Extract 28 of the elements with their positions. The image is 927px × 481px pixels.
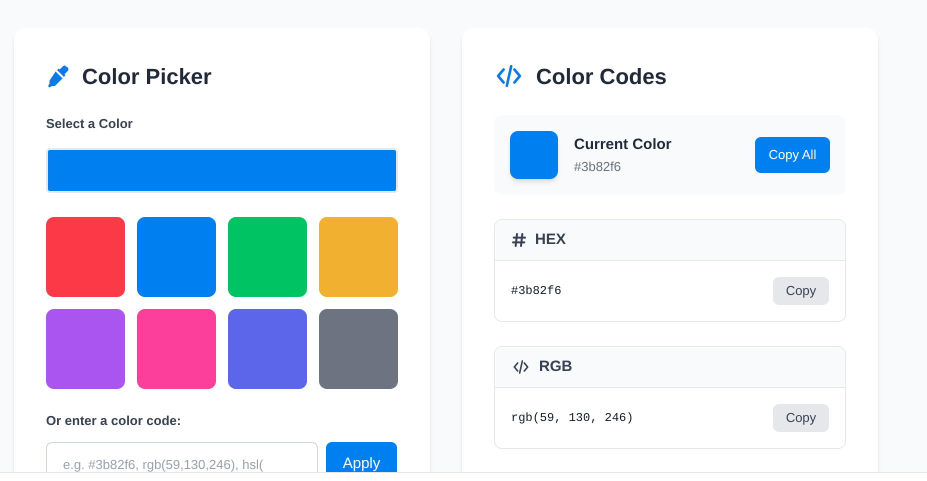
copy-all-button[interactable]: Copy All [755, 137, 830, 173]
current-color-value: #3b82f6 [574, 158, 622, 176]
hash-icon [511, 232, 527, 248]
color-swatch[interactable] [46, 308, 125, 388]
color-swatch[interactable] [319, 308, 398, 388]
color-swatch[interactable] [137, 308, 216, 388]
format-value: rgb(59, 130, 246) [511, 410, 634, 427]
format-name: RGB [539, 356, 572, 377]
color-swatch[interactable] [228, 308, 307, 388]
copy-button[interactable]: Copy [773, 404, 829, 432]
format-value: #3b82f6 [511, 283, 562, 300]
color-input[interactable] [46, 148, 398, 192]
panel-title: Color Picker [82, 62, 212, 90]
format-name: HEX [535, 230, 566, 250]
color-code-field[interactable]: e.g. #3b82f6, rgb(59,130,246), hsl( [46, 442, 318, 472]
panel-title: Color Codes [536, 62, 667, 90]
apply-button[interactable]: Apply [326, 442, 397, 472]
code-icon [511, 359, 531, 375]
code-icon [494, 63, 524, 89]
copy-button[interactable]: Copy [773, 277, 829, 305]
color-code-label: Or enter a color code: [46, 412, 182, 430]
color-swatch[interactable] [228, 216, 307, 296]
color-swatch[interactable] [137, 216, 216, 296]
select-color-label: Select a Color [46, 115, 134, 133]
eyedropper-icon [46, 64, 70, 88]
color-swatch[interactable] [319, 216, 398, 296]
current-color-label: Current Color [574, 135, 672, 155]
color-swatch[interactable] [46, 216, 125, 296]
